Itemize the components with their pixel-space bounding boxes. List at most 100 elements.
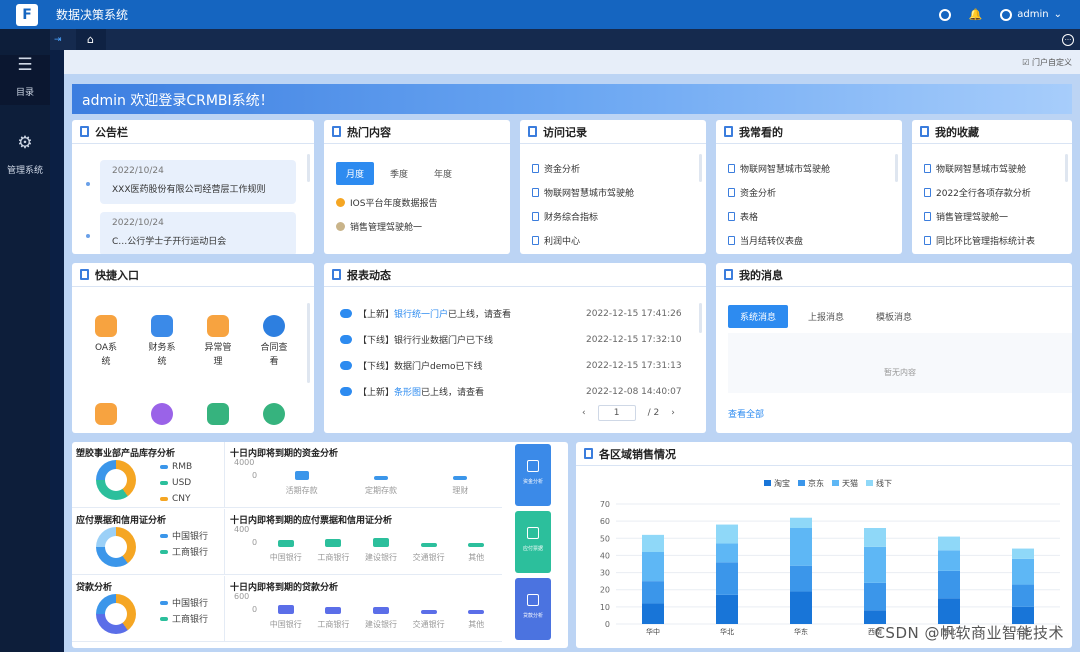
legend-swatch bbox=[764, 480, 771, 486]
user-name: admin bbox=[1017, 9, 1049, 20]
bar bbox=[325, 539, 342, 547]
quick-entry[interactable] bbox=[86, 403, 126, 429]
tab-report-messages[interactable]: 上报消息 bbox=[796, 305, 856, 328]
visits-card: 访问记录 资金分析 物联网智慧城市驾驶舱 财务综合指标 利润中心 bbox=[520, 120, 706, 254]
bar bbox=[373, 607, 389, 614]
document-icon bbox=[584, 448, 593, 459]
tab-template-messages[interactable]: 模板消息 bbox=[864, 305, 924, 328]
card-title: 访问记录 bbox=[543, 125, 587, 139]
card-title: 我常看的 bbox=[739, 125, 783, 139]
list-item[interactable]: 2022全行各项存款分析 bbox=[924, 186, 1031, 199]
app-logo[interactable]: F bbox=[16, 3, 38, 26]
tab-month[interactable]: 月度 bbox=[336, 162, 375, 185]
help-icon[interactable] bbox=[938, 8, 951, 21]
quick-entry[interactable] bbox=[198, 403, 238, 429]
sidebar: ☰ 目录 ⚙ 管理系统 bbox=[0, 29, 50, 652]
document-icon bbox=[80, 126, 89, 137]
user-menu[interactable]: admin ⌄ bbox=[1000, 8, 1062, 21]
card-title: 快捷入口 bbox=[95, 268, 139, 282]
report-link[interactable]: 银行统一门户 bbox=[394, 307, 448, 320]
quick-entry-oa[interactable]: OA系统 bbox=[86, 315, 126, 369]
notice-date: 2022/10/24 bbox=[112, 166, 164, 176]
report-link[interactable]: 条形图 bbox=[394, 385, 421, 398]
list-item[interactable]: 财务综合指标 bbox=[532, 210, 598, 223]
fund-analysis-button[interactable]: 资金分析 bbox=[515, 444, 551, 506]
report-item[interactable]: 【上新】 银行统一门户 已上线，请查看 2022-12-15 17:41:26 bbox=[340, 307, 682, 320]
list-item[interactable]: 当月结转仪表盘 bbox=[728, 234, 803, 247]
scrollbar[interactable] bbox=[699, 303, 702, 333]
list-item[interactable]: 销售管理驾驶舱一 bbox=[924, 210, 1008, 223]
file-icon bbox=[924, 236, 931, 245]
scrollbar[interactable] bbox=[1065, 154, 1068, 182]
x-tick-label: 建设银行 bbox=[365, 620, 397, 629]
next-page-icon[interactable]: › bbox=[671, 408, 675, 418]
portal-customize-button[interactable]: ☑ 门户自定义 bbox=[1022, 57, 1072, 68]
entry-label: 财务系 bbox=[148, 343, 176, 353]
list-item[interactable]: 资金分析 bbox=[532, 162, 580, 175]
view-all-link[interactable]: 查看全部 bbox=[728, 407, 764, 420]
list-item[interactable]: 资金分析 bbox=[728, 186, 776, 199]
y-tick-label: 50 bbox=[600, 534, 610, 543]
tab-home[interactable]: ⌂ bbox=[75, 29, 106, 50]
list-item[interactable]: IOS平台年度数据报告 bbox=[336, 196, 437, 209]
tab-quarter[interactable]: 季度 bbox=[380, 162, 418, 185]
legend-swatch bbox=[160, 481, 168, 485]
report-item[interactable]: 【下线】 银行行业数据门户已下线 2022-12-15 17:32:10 bbox=[340, 333, 682, 346]
entry-label: 看 bbox=[269, 357, 279, 367]
scrollbar[interactable] bbox=[699, 154, 702, 182]
quick-entry[interactable] bbox=[142, 403, 182, 429]
list-item[interactable]: 物联网智慧城市驾驶舱 bbox=[924, 162, 1026, 175]
quick-entry[interactable] bbox=[254, 403, 294, 429]
top-bar: F 数据决策系统 🔔 admin ⌄ bbox=[0, 0, 1080, 29]
file-icon bbox=[924, 212, 931, 221]
legend-swatch bbox=[832, 480, 839, 486]
list-item[interactable]: 物联网智慧城市驾驶舱 bbox=[532, 186, 634, 199]
sidebar-item-manage[interactable]: ⚙ 管理系统 bbox=[0, 133, 50, 176]
item-label: 资金分析 bbox=[740, 189, 777, 199]
quick-entry-finance[interactable]: 财务系统 bbox=[142, 315, 182, 369]
analysis-row: 应付票据和信用证分析 十日内即将到期的应付票据和信用证分析 中国银行 工商银行 400 0… bbox=[72, 509, 502, 575]
quick-entry-exception[interactable]: 异常管理 bbox=[198, 315, 238, 369]
bar-segment bbox=[1012, 548, 1034, 559]
list-item[interactable]: 利润中心 bbox=[532, 234, 580, 247]
scrollbar[interactable] bbox=[895, 154, 898, 182]
document-icon bbox=[724, 126, 733, 137]
report-item[interactable]: 【下线】 数据门户demo已下线 2022-12-15 17:31:13 bbox=[340, 359, 682, 372]
scrollbar[interactable] bbox=[307, 154, 310, 182]
prev-page-icon[interactable]: ‹ bbox=[582, 408, 586, 418]
sidebar-item-catalog[interactable]: ☰ 目录 bbox=[0, 55, 50, 105]
quick-entry-contract[interactable]: 合同查看 bbox=[254, 315, 294, 369]
report-text: 已上线，请查看 bbox=[421, 388, 485, 398]
notice-item[interactable]: 2022/10/24 C…公行学士子开行运动日会 bbox=[100, 212, 296, 254]
bell-icon[interactable]: 🔔 bbox=[969, 8, 983, 21]
expand-icon[interactable]: ⇥ bbox=[54, 35, 62, 45]
tab-system-messages[interactable]: 系统消息 bbox=[728, 305, 789, 328]
page-input[interactable]: 1 bbox=[597, 405, 636, 421]
legend-swatch bbox=[160, 465, 168, 469]
notice-text: XXX医药股份有限公司经营层工作规则 bbox=[112, 185, 266, 195]
item-label: 物联网智慧城市驾驶舱 bbox=[544, 189, 635, 199]
scrollbar[interactable] bbox=[307, 303, 310, 383]
more-icon[interactable]: ··· bbox=[1062, 33, 1074, 46]
divider bbox=[224, 442, 225, 507]
report-item[interactable]: 【上新】 条形图 已上线，请查看 2022-12-08 14:40:07 bbox=[340, 385, 682, 398]
list-item[interactable]: 同比环比管理指标统计表 bbox=[924, 234, 1035, 247]
payable-button[interactable]: 应付票据 bbox=[515, 511, 551, 573]
cloud-upload-icon bbox=[340, 309, 352, 318]
bar-segment bbox=[938, 598, 960, 624]
loan-analysis-button[interactable]: 贷款分析 bbox=[515, 578, 551, 640]
app-icon bbox=[151, 403, 173, 425]
x-tick-label: 中国银行 bbox=[269, 620, 302, 629]
entry-label: 统 bbox=[157, 357, 167, 367]
x-tick-label: 工商银行 bbox=[317, 553, 350, 562]
list-item[interactable]: 表格 bbox=[728, 210, 758, 223]
tab-year[interactable]: 年度 bbox=[424, 162, 462, 185]
list-item[interactable]: 物联网智慧城市驾驶舱 bbox=[728, 162, 830, 175]
notice-item[interactable]: 2022/10/24 XXX医药股份有限公司经营层工作规则 bbox=[100, 160, 296, 204]
list-item[interactable]: 销售管理驾驶舱一 bbox=[336, 220, 422, 233]
y-tick-label: 20 bbox=[600, 586, 610, 595]
cloud-download-icon bbox=[340, 335, 352, 344]
y-axis-min: 0 bbox=[252, 471, 258, 480]
sidebar-item-label: 目录 bbox=[15, 88, 34, 98]
legend-label: 中国银行 bbox=[172, 599, 209, 609]
